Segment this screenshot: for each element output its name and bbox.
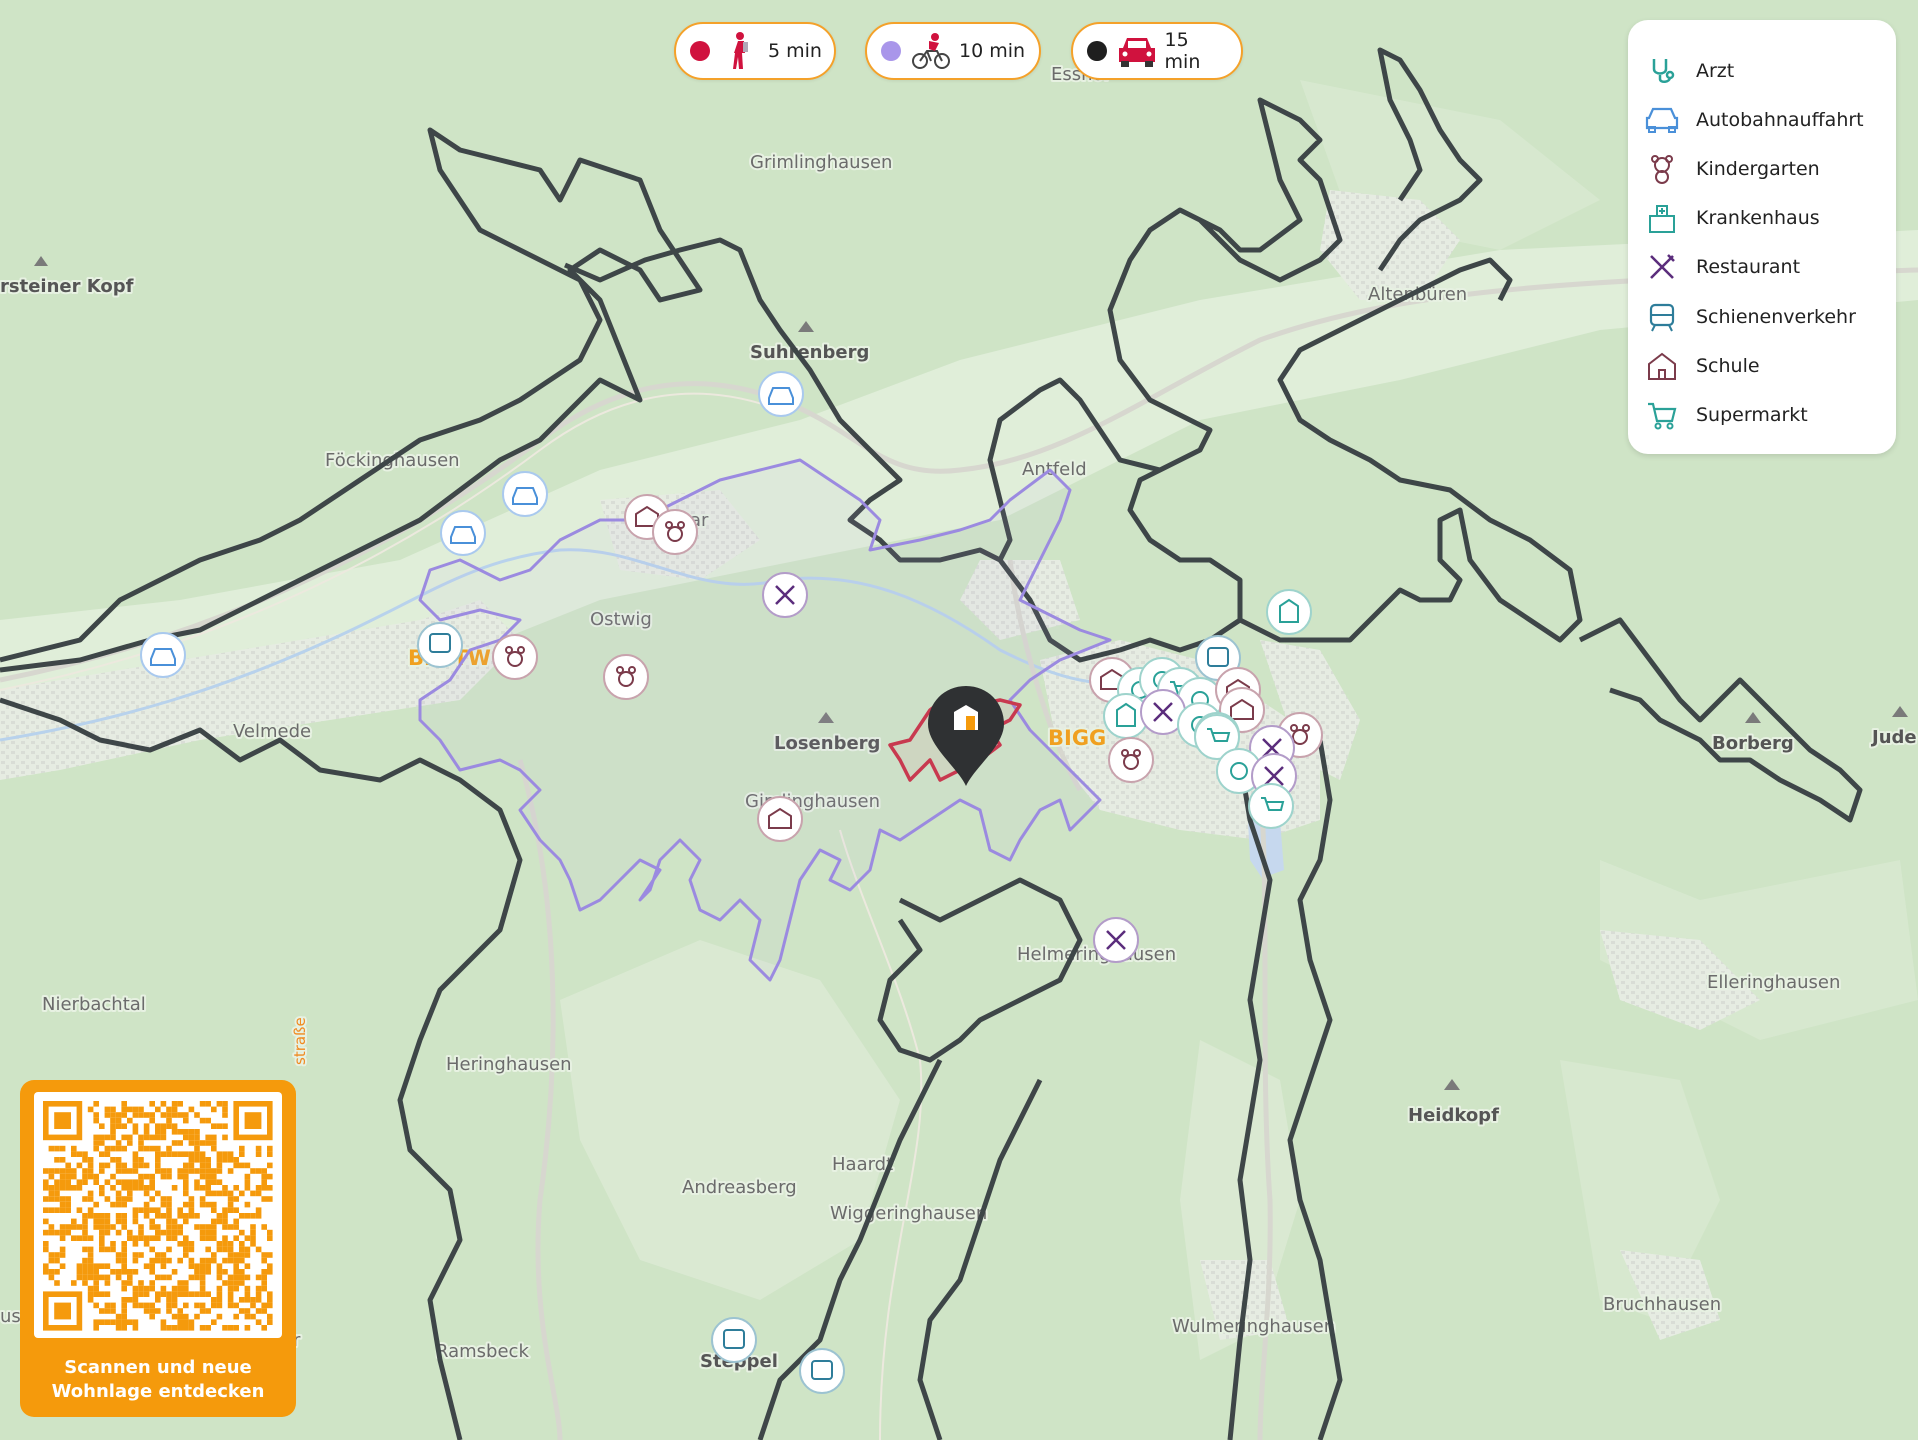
poi-autobahnauffahrt[interactable] [440,510,486,556]
place-label: Suhrenberg [750,342,869,363]
train-icon [1644,299,1680,335]
color-dot [881,41,901,61]
legend-label: Schule [1696,354,1760,377]
place-label: Heringhausen [446,1054,572,1075]
legend-label: Restaurant [1696,256,1801,279]
place-label: Jude [1870,727,1917,748]
hospital-icon [1644,200,1680,236]
poi-legend: Arzt Autobahnauffahrt Kindergarten Krank… [1628,20,1896,454]
place-label: Haardt [832,1154,893,1175]
poi-kindergarten[interactable] [603,654,649,700]
poi-kindergarten[interactable] [492,634,538,680]
car-icon [1644,102,1680,138]
poi-schienenverkehr[interactable] [417,622,463,668]
travel-time-label: 15 min [1164,29,1201,73]
place-label: rsteiner Kopf [0,276,134,297]
poi-restaurant[interactable] [762,572,808,618]
poi-restaurant[interactable] [1093,917,1139,963]
legend-item-krankenhaus[interactable]: Krankenhaus [1644,194,1896,243]
qr-caption-line: Wohnlage entdecken [51,1381,265,1402]
poi-schienenverkehr[interactable] [711,1317,757,1363]
walking-person-icon [720,31,760,71]
poi-schienenverkehr[interactable] [799,1348,845,1394]
place-label: Borberg [1712,733,1794,754]
qr-code[interactable] [34,1092,282,1338]
qr-code-card[interactable]: Scannen und neue Wohnlage entdecken [20,1080,296,1417]
poi-autobahnauffahrt[interactable] [502,471,548,517]
teddy-bear-icon [1644,151,1680,187]
place-label: Andreasberg [682,1177,797,1198]
bicycle-icon [911,31,951,71]
place-label: Wulmeringhausen [1172,1316,1335,1337]
poi-kindergarten[interactable] [652,509,698,555]
poi-supermarkt[interactable] [1248,783,1294,829]
place-label: Bruchhausen [1603,1294,1721,1315]
place-label: Grimlinghausen [750,152,892,173]
legend-label: Autobahnauffahrt [1696,108,1864,131]
legend-item-supermarkt[interactable]: Supermarkt [1644,390,1896,439]
poi-autobahnauffahrt[interactable] [140,632,186,678]
legend-item-kindergarten[interactable]: Kindergarten [1644,144,1896,193]
color-dot [1087,41,1107,61]
poi-schule[interactable] [757,796,803,842]
legend-label: Krankenhaus [1696,207,1820,230]
qr-caption-line: Scannen und neue [64,1357,252,1378]
legend-item-schule[interactable]: Schule [1644,341,1896,390]
place-label: Elleringhausen [1707,972,1840,993]
street-label: straße [291,1017,309,1065]
legend-item-schienenverkehr[interactable]: Schienenverkehr [1644,292,1896,341]
travel-mode-bike-10min[interactable]: 10 min [865,22,1041,80]
poi-kindergarten[interactable] [1108,737,1154,783]
travel-mode-walk-5min[interactable]: 5 min [674,22,836,80]
legend-label: Schienenverkehr [1696,305,1856,328]
poi-krankenhaus[interactable] [1266,589,1312,635]
legend-item-arzt[interactable]: Arzt [1644,46,1896,95]
place-label: Velmede [233,721,311,742]
color-dot [690,41,710,61]
fork-knife-icon [1644,249,1680,285]
legend-item-restaurant[interactable]: Restaurant [1644,243,1896,292]
place-label: Altenbüren [1368,284,1467,305]
place-label: Nierbachtal [42,994,146,1015]
legend-label: Arzt [1696,59,1735,82]
car-icon [1117,31,1157,71]
place-label: Wiggeringhausen [830,1203,987,1224]
travel-mode-car-15min[interactable]: 15 min [1071,22,1243,80]
travel-time-label: 10 min [959,40,1026,62]
place-label: Ramsbeck [436,1341,529,1362]
place-label: BIGG [1048,726,1106,750]
legend-label: Kindergarten [1696,157,1820,180]
poi-autobahnauffahrt[interactable] [758,371,804,417]
place-label: Heidkopf [1408,1105,1499,1126]
stethoscope-icon [1644,53,1680,89]
legend-label: Supermarkt [1696,403,1808,426]
school-icon [1644,348,1680,384]
qr-caption: Scannen und neue Wohnlage entdecken [20,1356,296,1404]
legend-item-autobahnauffahrt[interactable]: Autobahnauffahrt [1644,95,1896,144]
travel-time-label: 5 min [768,40,822,62]
cart-icon [1644,397,1680,433]
